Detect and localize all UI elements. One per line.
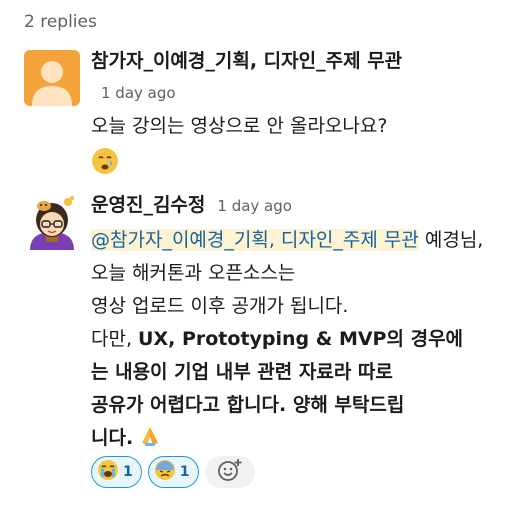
reaction-count: 1 <box>179 464 190 480</box>
timestamp[interactable]: 1 day ago <box>217 197 292 215</box>
loudly-crying-face-icon <box>97 459 119 485</box>
downcast-face-with-sweat-icon <box>154 459 176 485</box>
crying-face-icon <box>91 146 119 174</box>
avatar[interactable] <box>24 50 80 106</box>
reaction-pill[interactable]: 1 <box>91 456 142 488</box>
bold-text: UX, Prototyping & MVP <box>138 328 387 350</box>
user-avatar-illustration <box>24 194 80 250</box>
add-reaction-icon <box>217 457 243 487</box>
folded-hands-icon <box>139 427 161 449</box>
avatar[interactable] <box>24 194 80 250</box>
replies-count[interactable]: 2 replies <box>24 12 97 32</box>
bold-text: 니다. <box>91 427 134 449</box>
reaction-count: 1 <box>123 464 133 480</box>
message-text: 오늘 강의는 영상으로 안 올라오나요? <box>91 115 388 137</box>
message-text-segment: 영상 업로드 이후 공개가 됩니다. <box>91 295 349 317</box>
author-name[interactable]: 참가자_이예경_기획, 디자인_주제 무관 <box>91 50 402 72</box>
user-mention[interactable]: @참가자_이예경_기획, 디자인_주제 무관 <box>91 229 419 251</box>
add-reaction-button[interactable] <box>204 456 255 488</box>
author-name[interactable]: 운영진_김수정 <box>91 190 205 217</box>
default-user-icon <box>24 50 80 106</box>
bold-text: 는 내용이 기업 내부 관련 자료라 따로 <box>91 361 393 383</box>
reactions-bar: 1 1 <box>91 456 255 488</box>
bold-text: 의 경우에 <box>386 328 464 350</box>
timestamp[interactable]: 1 day ago <box>101 84 491 106</box>
message-text-segment: 다만, <box>91 328 139 350</box>
reaction-pill[interactable]: 1 <box>147 456 199 488</box>
message-text: @참가자_이예경_기획, 디자인_주제 무관 예경님, 오늘 해커톤과 오픈소스… <box>91 224 491 455</box>
bold-text: 공유가 어렵다고 합니다. 양해 부탁드립 <box>91 394 405 416</box>
